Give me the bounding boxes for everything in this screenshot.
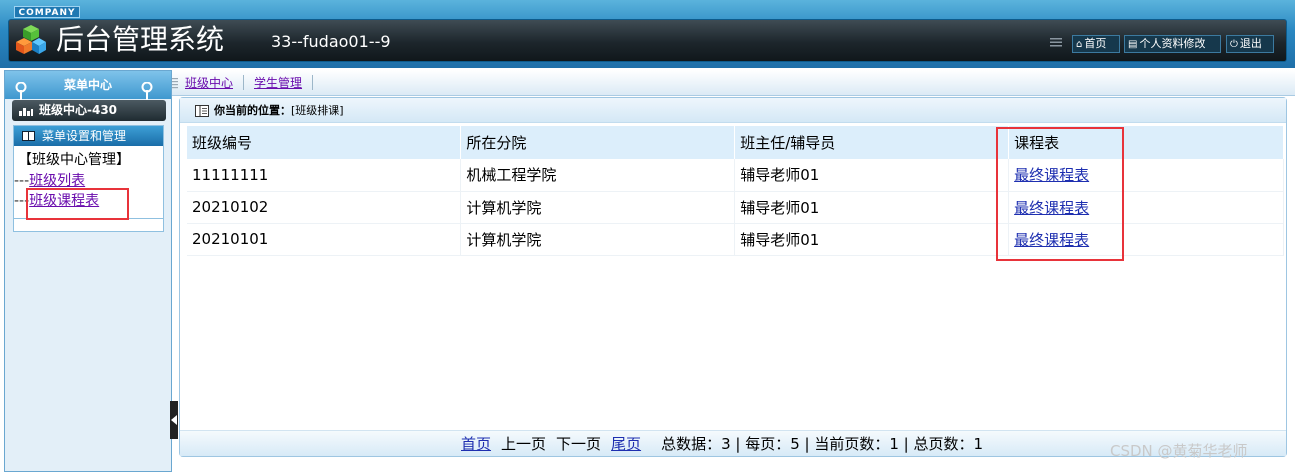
counselor-cell: 辅导老师01 [734, 159, 1010, 192]
counselor-cell: 辅导老师01 [734, 191, 1010, 224]
sidebar: 菜单中心 班级中心-430 菜单设置和管理 【班级中心管理】 ---班级列表 -… [4, 70, 172, 472]
location-path: [班级排课] [291, 104, 344, 117]
final-schedule-link[interactable]: 最终课程表 [1014, 231, 1089, 249]
next-page-link[interactable]: 下一页 [556, 435, 601, 453]
column-header: 课程表 [1008, 126, 1284, 159]
class-id-cell: 20210101 [187, 223, 462, 256]
sidebar-item-class-list: ---班级列表 [14, 171, 85, 191]
tree-prefix: --- [14, 193, 30, 209]
last-page-link[interactable]: 尾页 [611, 435, 641, 453]
class-id-cell: 11111111 [187, 159, 462, 192]
class-schedule-table: 班级编号 所在分院 班主任/辅导员 课程表 11111111 机械工程学院 辅导… [187, 126, 1284, 256]
watermark: CSDN @黄菊华老师 [1110, 442, 1248, 460]
home-button-label: 首页 [1084, 37, 1107, 50]
sidebar-collapse-handle[interactable] [170, 401, 178, 439]
profile-edit-button[interactable]: ▤ 个人资料修改 [1124, 35, 1221, 53]
grip-icon [1050, 38, 1062, 47]
tree-prefix: --- [14, 173, 30, 189]
schedule-cell: 最终课程表 [1008, 159, 1284, 192]
class-list-link[interactable]: 班级列表 [29, 173, 85, 189]
tab-class-center[interactable]: 班级中心 [185, 75, 233, 91]
book-icon [22, 131, 35, 141]
menu-group-title: 【班级中心管理】 [18, 152, 130, 168]
profile-button-label: 个人资料修改 [1139, 37, 1206, 50]
location-bar: 你当前的位置：[班级排课] [180, 98, 1286, 123]
sidebar-item-class-schedule: ---班级课程表 [14, 191, 99, 211]
college-cell: 计算机学院 [460, 191, 736, 224]
home-icon: ⌂ [1076, 39, 1083, 50]
first-page-link[interactable]: 首页 [461, 435, 491, 453]
tab-bar: 班级中心 学生管理 [164, 70, 1295, 96]
column-header: 班主任/辅导员 [734, 126, 1010, 159]
logout-button-label: 退出 [1239, 37, 1262, 50]
menu-settings-title: 菜单设置和管理 [42, 129, 127, 143]
menu-settings-header: 菜单设置和管理 [14, 126, 163, 146]
prev-page-link[interactable]: 上一页 [501, 435, 546, 453]
final-schedule-link[interactable]: 最终课程表 [1014, 199, 1089, 217]
table-row: 20210102 计算机学院 辅导老师01 最终课程表 [187, 191, 1284, 224]
pin-icon [141, 82, 153, 100]
grid-icon [19, 108, 33, 116]
book-icon [195, 105, 209, 117]
class-center-button[interactable]: 班级中心-430 [12, 100, 166, 121]
collapse-arrow-icon [171, 415, 177, 425]
menu-box-divider [14, 218, 163, 219]
class-center-label: 班级中心-430 [39, 103, 118, 117]
counselor-cell: 辅导老师01 [734, 223, 1010, 256]
schedule-cell: 最终课程表 [1008, 223, 1284, 256]
tab-divider [312, 75, 313, 90]
class-id-cell: 20210102 [187, 191, 462, 224]
college-cell: 机械工程学院 [460, 159, 736, 192]
table-row: 11111111 机械工程学院 辅导老师01 最终课程表 [187, 159, 1284, 192]
schedule-cell: 最终课程表 [1008, 191, 1284, 224]
tab-student-management[interactable]: 学生管理 [254, 75, 302, 91]
class-schedule-link[interactable]: 班级课程表 [29, 193, 99, 209]
final-schedule-link[interactable]: 最终课程表 [1014, 166, 1089, 184]
main-panel: 你当前的位置：[班级排课] 班级编号 所在分院 班主任/辅导员 课程表 1111… [179, 97, 1287, 457]
menu-settings-box: 菜单设置和管理 【班级中心管理】 ---班级列表 ---班级课程表 [13, 125, 164, 232]
pin-icon [15, 82, 27, 100]
column-header: 班级编号 [187, 126, 462, 159]
company-badge: COMPANY [14, 6, 80, 18]
logo-icon [16, 25, 46, 54]
column-header: 所在分院 [460, 126, 736, 159]
profile-icon: ▤ [1128, 39, 1138, 50]
pager-summary: 总数据：3 | 每页：5 | 当前页数：1 | 总页数：1 [661, 435, 984, 453]
power-icon: ⏻ [1230, 39, 1238, 50]
location-label: 你当前的位置： [214, 104, 291, 117]
tab-divider [243, 75, 244, 90]
logout-button[interactable]: ⏻ 退出 [1226, 35, 1274, 53]
college-cell: 计算机学院 [460, 223, 736, 256]
user-info: 33--fudao01--9 [271, 32, 391, 51]
app-title: 后台管理系统 [56, 23, 225, 56]
table-header-row: 班级编号 所在分院 班主任/辅导员 课程表 [187, 126, 1284, 159]
pagination: 首页 上一页 下一页 尾页 总数据：3 | 每页：5 | 当前页数：1 | 总页数：1 [461, 434, 983, 454]
home-button[interactable]: ⌂ 首页 [1072, 35, 1120, 53]
table-row: 20210101 计算机学院 辅导老师01 最终课程表 [187, 223, 1284, 256]
header-bar: COMPANY 后台管理系统 33--fudao01--9 ⌂ 首页 ▤ 个人资料修… [0, 0, 1295, 68]
